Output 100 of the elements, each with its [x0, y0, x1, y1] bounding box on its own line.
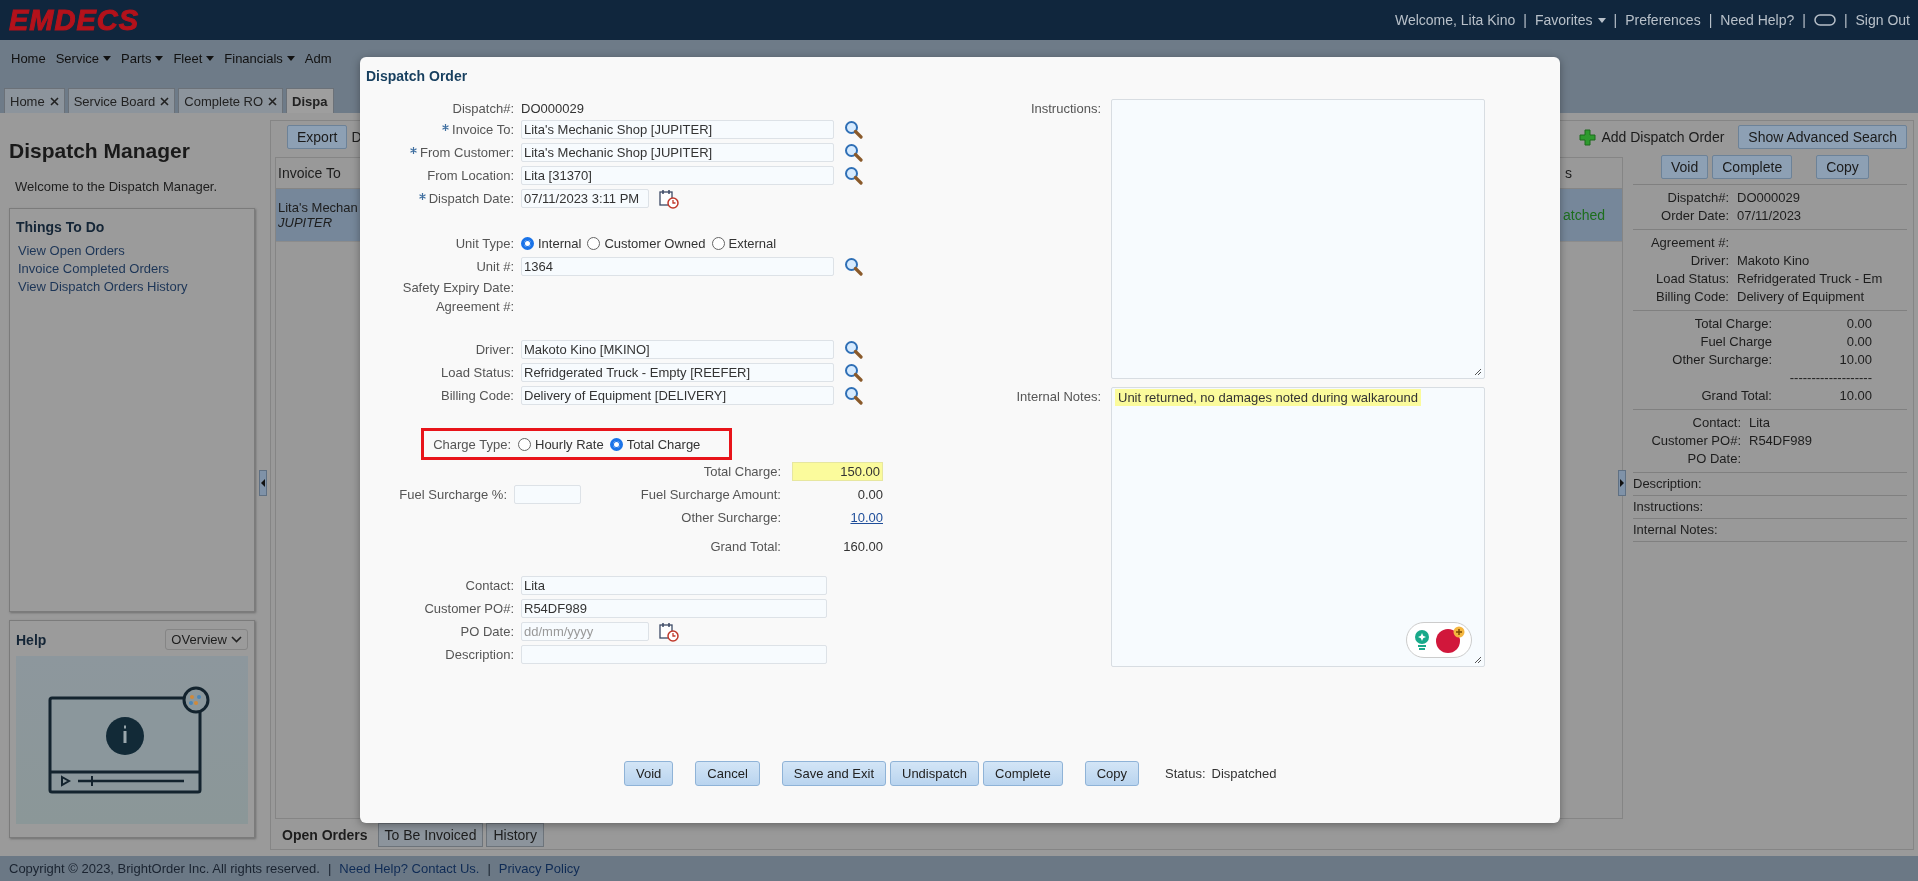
tab[interactable]: To Be Invoiced: [377, 823, 484, 847]
text-field[interactable]: 1364: [521, 257, 834, 276]
tab[interactable]: Home: [4, 88, 65, 113]
advanced-search-button[interactable]: Show Advanced Search: [1738, 125, 1907, 149]
expand-handle[interactable]: [1618, 470, 1626, 496]
tab[interactable]: Dispa: [286, 88, 334, 113]
detail-label: Description:: [1633, 476, 1702, 491]
text-field[interactable]: [514, 485, 581, 504]
radio-option[interactable]: Total Charge: [609, 436, 703, 452]
required-icon: [442, 123, 450, 131]
header-link[interactable]: Preferences: [1625, 12, 1701, 28]
resize-grip-icon[interactable]: [1473, 655, 1482, 664]
close-icon[interactable]: [49, 96, 59, 106]
export-button[interactable]: Export: [287, 125, 348, 149]
close-icon[interactable]: [268, 96, 278, 106]
radio-option[interactable]: External: [711, 236, 779, 251]
tab[interactable]: Complete RO: [178, 88, 284, 113]
dialog-title: Dispatch Order: [366, 68, 468, 84]
panel-title: Help: [16, 631, 47, 648]
text-field[interactable]: [521, 645, 827, 664]
collapse-handle[interactable]: [259, 470, 267, 496]
detail-label: Fuel Charge: [1699, 333, 1772, 351]
text-field[interactable]: Delivery of Equipment [DELIVERY]: [521, 386, 834, 405]
total-charge-field[interactable]: 150.00: [792, 462, 883, 481]
topic-dropdown[interactable]: OVerview: [165, 629, 248, 650]
detail-value: Refridgerated Truck - Em: [1737, 270, 1884, 288]
todo-link[interactable]: Invoice Completed Orders: [18, 261, 248, 276]
text-field[interactable]: Lita: [521, 576, 827, 595]
logo: EMDECS: [9, 3, 140, 37]
dialog-button[interactable]: Complete: [983, 761, 1063, 786]
text-field[interactable]: R54DF989: [521, 599, 827, 618]
search-icon[interactable]: [844, 340, 863, 359]
text-field[interactable]: Lita [31370]: [521, 166, 834, 185]
dialog-button[interactable]: Undispatch: [890, 761, 980, 786]
dialog-button[interactable]: Void: [624, 761, 674, 786]
text-field[interactable]: Lita's Mechanic Shop [JUPITER]: [521, 120, 834, 139]
search-icon[interactable]: [844, 120, 863, 139]
dialog-button[interactable]: Save and Exit: [781, 761, 886, 786]
header-menu[interactable]: Favorites: [1534, 12, 1606, 28]
text-field[interactable]: Makoto Kino [MKINO]: [521, 340, 834, 359]
detail-value: -------------------: [1788, 369, 1872, 387]
tab[interactable]: Service Board: [67, 88, 176, 113]
close-icon[interactable]: [160, 96, 170, 106]
page-title: Dispatch Manager: [9, 139, 191, 163]
field-label: Contact:: [465, 578, 514, 593]
detail-label: PO Date:: [1686, 450, 1741, 468]
field-label: Safety Expiry Date:: [402, 280, 514, 295]
action-button[interactable]: Void: [1661, 155, 1709, 179]
radio-option[interactable]: Internal: [521, 236, 584, 251]
resize-grip-icon[interactable]: [1473, 367, 1482, 376]
todo-link[interactable]: View Dispatch Orders History: [18, 279, 248, 294]
calendar-clock-icon[interactable]: [659, 621, 679, 642]
menu-item[interactable]: Financials: [219, 50, 300, 66]
instructions-field[interactable]: [1111, 99, 1485, 379]
field-value: 0.00: [856, 487, 883, 502]
field-label: Dispatch#:: [452, 101, 514, 116]
add-order-link[interactable]: Add Dispatch Order: [1579, 128, 1725, 146]
header-link[interactable]: Sign Out: [1855, 12, 1910, 28]
header-link[interactable]: Welcome, Lita Kino: [1394, 12, 1516, 28]
caret-icon: [286, 55, 295, 61]
tab[interactable]: History: [486, 823, 544, 847]
date-field[interactable]: 07/11/2023 3:11 PM: [521, 189, 649, 208]
menu-item[interactable]: Service: [50, 50, 117, 66]
video-thumbnail[interactable]: [16, 656, 248, 824]
detail-label: Contact:: [1691, 414, 1741, 432]
text-field[interactable]: Lita's Mechanic Shop [JUPITER]: [521, 143, 834, 162]
search-icon[interactable]: [844, 166, 863, 185]
dialog-button[interactable]: Cancel: [695, 761, 760, 786]
caret-icon: [155, 55, 164, 61]
search-icon[interactable]: [844, 143, 863, 162]
radio-option[interactable]: Hourly Rate: [518, 436, 606, 452]
action-button[interactable]: Complete: [1712, 155, 1793, 179]
todo-link[interactable]: View Open Orders: [18, 243, 248, 258]
dialog-button[interactable]: Copy: [1084, 761, 1140, 786]
status-label: Status:: [1165, 766, 1206, 781]
menu-item[interactable]: Parts: [116, 50, 169, 66]
detail-label: Load Status:: [1655, 270, 1729, 288]
action-button[interactable]: Copy: [1816, 155, 1869, 179]
radio-option[interactable]: Customer Owned: [587, 236, 708, 251]
detail-value: R54DF989: [1749, 432, 1813, 450]
status-value: Dispatched: [1211, 766, 1277, 781]
search-icon[interactable]: [844, 257, 863, 276]
surcharge-link[interactable]: 10.00: [792, 510, 883, 525]
detail-label: Internal Notes:: [1633, 522, 1718, 537]
field-label: Fuel Surcharge Amount:: [639, 487, 782, 502]
header-link[interactable]: Need Help?: [1720, 12, 1795, 28]
column-header[interactable]: s: [1562, 165, 1622, 181]
lightbulb-icon: [1413, 629, 1431, 651]
search-icon[interactable]: [844, 363, 863, 382]
menu-item[interactable]: Fleet: [168, 50, 220, 66]
field-label: Billing Code:: [441, 388, 514, 403]
search-icon[interactable]: [844, 386, 863, 405]
text-field[interactable]: Refridgerated Truck - Empty [REEFER]: [521, 363, 834, 382]
chevron-icon: [231, 636, 242, 643]
detail-value: DO000029: [1737, 189, 1801, 207]
internal-notes-field[interactable]: Unit returned, no damages noted during walkaround: [1111, 387, 1485, 667]
menu-item[interactable]: Adm: [299, 50, 337, 66]
menu-item[interactable]: Home: [6, 50, 51, 66]
assistant-widget[interactable]: [1406, 622, 1472, 658]
calendar-clock-icon[interactable]: [659, 188, 679, 209]
